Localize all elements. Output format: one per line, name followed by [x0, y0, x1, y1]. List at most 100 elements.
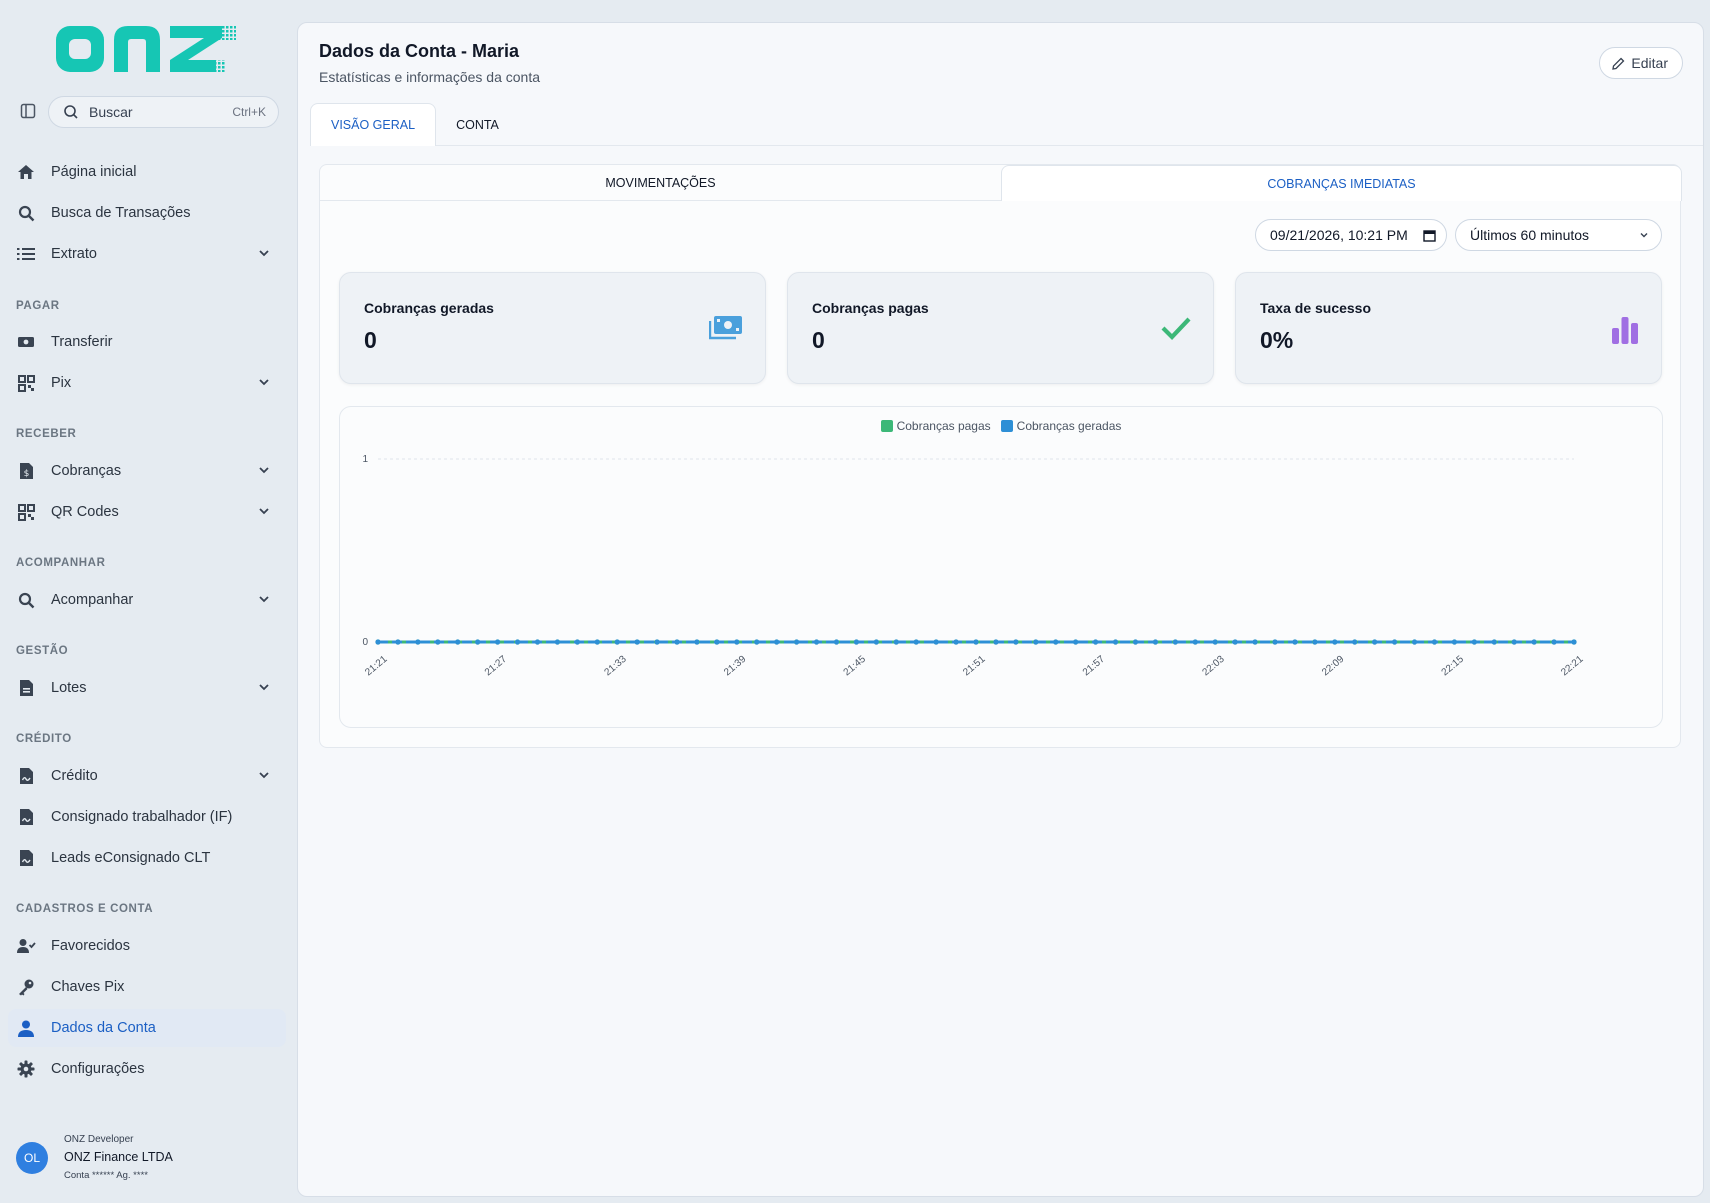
document-signature-icon	[16, 807, 36, 827]
sidebar-item-credito[interactable]: Crédito	[8, 757, 286, 795]
money-transfer-icon	[16, 332, 36, 352]
stat-title: Taxa de sucesso	[1260, 300, 1372, 316]
chart-container: Cobranças pagas Cobranças geradas 0 1 21:2…	[339, 406, 1663, 728]
edit-button-label: Editar	[1631, 55, 1668, 71]
data-point	[1093, 639, 1099, 645]
data-point	[1033, 639, 1039, 645]
sidebar-item-label: Crédito	[51, 768, 98, 784]
datetime-input[interactable]: 09/21/2026, 10:21 PM	[1255, 219, 1447, 251]
data-point	[574, 639, 580, 645]
data-point	[395, 639, 401, 645]
y-tick-label: 0	[362, 637, 368, 648]
tab-overview[interactable]: VISÃO GERAL	[310, 103, 437, 146]
section-label-cadastros: CADASTROS E CONTA	[16, 903, 154, 915]
document-signature-icon	[16, 848, 36, 868]
sidebar-item-extrato[interactable]: Extrato	[8, 235, 286, 273]
data-point	[674, 639, 680, 645]
data-point	[1451, 639, 1457, 645]
chevron-down-icon	[258, 592, 270, 610]
sidebar-item-label: Configurações	[51, 1061, 145, 1077]
chevron-down-icon	[258, 375, 270, 393]
sidebar-item-chaves-pix[interactable]: Chaves Pix	[8, 968, 286, 1006]
data-point	[1551, 639, 1557, 645]
sidebar: Buscar Ctrl+K Página inicial Busca de Tr…	[0, 0, 296, 1203]
y-tick-label: 1	[362, 454, 368, 465]
subtab-bar: MOVIMENTAÇÕES COBRANÇAS IMEDIATAS	[320, 165, 1682, 201]
data-point	[1053, 639, 1059, 645]
sidebar-item-qr-codes[interactable]: QR Codes	[8, 493, 286, 531]
data-point	[1471, 639, 1477, 645]
data-point	[833, 639, 840, 645]
data-point	[893, 639, 899, 645]
data-point	[415, 639, 421, 645]
data-point	[455, 639, 461, 645]
x-tick-label: 21:51	[961, 654, 988, 679]
sidebar-item-lotes[interactable]: Lotes	[8, 669, 286, 707]
data-point	[1491, 639, 1497, 645]
data-point	[1192, 639, 1198, 645]
search-input[interactable]: Buscar Ctrl+K	[48, 96, 279, 128]
document-signature-icon	[16, 766, 36, 786]
data-point	[475, 639, 481, 645]
sidebar-item-label: QR Codes	[51, 504, 119, 520]
subtab-cobrancas-imediatas[interactable]: COBRANÇAS IMEDIATAS	[1001, 165, 1682, 201]
data-point	[953, 639, 959, 645]
tab-bar: VISÃO GERAL CONTA	[310, 103, 519, 146]
stat-card-success-rate: Taxa de sucesso 0%	[1235, 272, 1662, 384]
sidebar-item-favorecidos[interactable]: Favorecidos	[8, 927, 286, 965]
data-point	[734, 639, 740, 645]
sidebar-item-home[interactable]: Página inicial	[8, 153, 286, 191]
sidebar-item-configuracoes[interactable]: Configurações	[8, 1050, 286, 1088]
sidebar-item-label: Cobranças	[51, 463, 122, 479]
sidebar-item-acompanhar[interactable]: Acompanhar	[8, 581, 286, 619]
user-company: ONZ Finance LTDA	[64, 1150, 173, 1164]
data-point	[1132, 639, 1139, 645]
tabs-divider	[310, 145, 1703, 146]
search-shortcut: Ctrl+K	[232, 105, 266, 119]
data-point	[1112, 639, 1119, 645]
sidebar-item-transaction-search[interactable]: Busca de Transações	[8, 194, 286, 232]
line-chart: 0 1 21:21 21:27 21:33 21:39 21:45 21:51 21:57 22:…	[362, 454, 1586, 679]
sidebar-item-consignado[interactable]: Consignado trabalhador (IF)	[8, 798, 286, 836]
data-point	[1232, 639, 1238, 645]
x-tick-label: 22:21	[1559, 654, 1586, 679]
subtab-movimentacoes[interactable]: MOVIMENTAÇÕES	[320, 165, 1001, 201]
document-icon	[16, 678, 36, 698]
x-tick-label: 21:21	[363, 654, 390, 679]
section-label-gestao: GESTÃO	[16, 645, 69, 657]
sidebar-toggle-icon[interactable]	[17, 102, 39, 120]
sidebar-item-dados-da-conta[interactable]: Dados da Conta	[8, 1009, 286, 1047]
data-point	[1212, 639, 1218, 645]
data-point	[614, 639, 620, 645]
invoice-dollar-icon: $	[16, 461, 36, 481]
data-point	[435, 639, 441, 645]
datetime-value: 09/21/2026, 10:21 PM	[1270, 227, 1408, 243]
time-range-select[interactable]: Últimos 60 minutos	[1455, 219, 1662, 251]
qr-code-icon	[16, 373, 36, 393]
data-point	[1312, 639, 1318, 645]
data-point	[813, 639, 820, 645]
user-icon	[16, 1018, 36, 1038]
sidebar-item-transferir[interactable]: Transferir	[8, 323, 286, 361]
section-label-pagar: PAGAR	[16, 300, 60, 312]
user-profile[interactable]: OL ONZ Developer ONZ Finance LTDA Conta …	[16, 1134, 286, 1186]
data-point	[1272, 639, 1278, 645]
tab-account[interactable]: CONTA	[436, 103, 519, 146]
data-point	[1411, 639, 1418, 645]
avatar: OL	[16, 1142, 48, 1174]
user-check-icon	[16, 936, 36, 956]
sidebar-item-leads[interactable]: Leads eConsignado CLT	[8, 839, 286, 877]
data-point	[754, 639, 760, 645]
sidebar-item-cobrancas[interactable]: $ Cobranças	[8, 452, 286, 490]
chevron-down-icon	[258, 504, 270, 522]
chevron-down-icon	[258, 680, 270, 698]
data-point	[1431, 639, 1438, 645]
sidebar-item-pix[interactable]: Pix	[8, 364, 286, 402]
stat-card-generated: Cobranças geradas 0	[339, 272, 766, 384]
onz-logo[interactable]	[54, 22, 238, 76]
sidebar-item-label: Transferir	[51, 334, 113, 350]
edit-button[interactable]: Editar	[1599, 47, 1683, 79]
data-point	[1352, 639, 1358, 645]
stat-title: Cobranças geradas	[364, 300, 494, 316]
data-point	[873, 639, 879, 645]
